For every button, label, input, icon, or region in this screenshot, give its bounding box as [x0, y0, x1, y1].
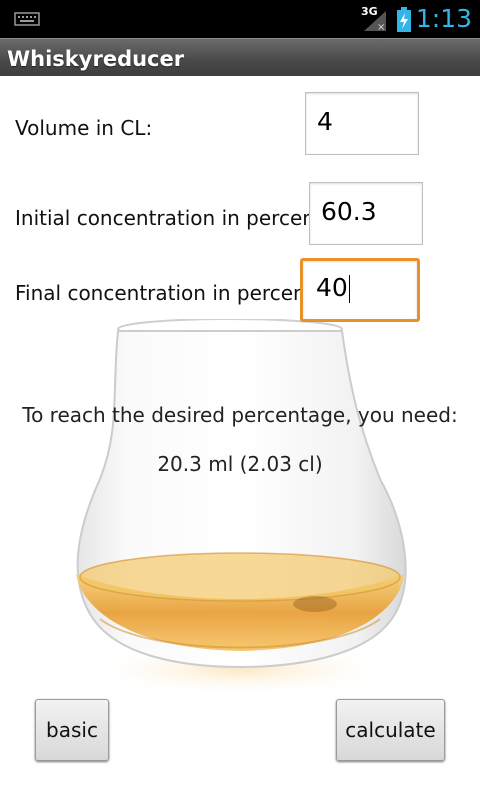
volume-label: Volume in CL: [15, 116, 153, 140]
volume-input[interactable]: 4 [305, 92, 419, 155]
status-bar: 3G × 1:13 [0, 0, 480, 38]
basic-button[interactable]: basic [35, 699, 109, 761]
main-content: Volume in CL: 4 Initial concentration in… [0, 76, 480, 800]
initial-concentration-value: 60.3 [321, 197, 377, 226]
battery-icon [397, 7, 411, 32]
calculate-button[interactable]: calculate [336, 699, 445, 761]
result-heading: To reach the desired percentage, you nee… [22, 403, 458, 427]
volume-value: 4 [317, 107, 333, 136]
initial-concentration-input[interactable]: 60.3 [309, 182, 423, 245]
text-cursor [348, 275, 350, 303]
clock: 1:13 [415, 4, 472, 33]
signal-icon: × [364, 11, 386, 32]
keyboard-icon [14, 12, 40, 26]
final-concentration-label: Final concentration in percent: [15, 281, 321, 305]
final-concentration-value: 40 [316, 273, 348, 302]
app-title: Whiskyreducer [7, 47, 185, 71]
result-value: 20.3 ml (2.03 cl) [157, 452, 323, 476]
final-concentration-input[interactable]: 40 [300, 258, 420, 322]
title-bar: Whiskyreducer [0, 38, 480, 77]
whisky-glass-image [76, 319, 407, 697]
initial-concentration-label: Initial concentration in percent: [15, 206, 330, 230]
svg-text:×: × [377, 22, 385, 32]
